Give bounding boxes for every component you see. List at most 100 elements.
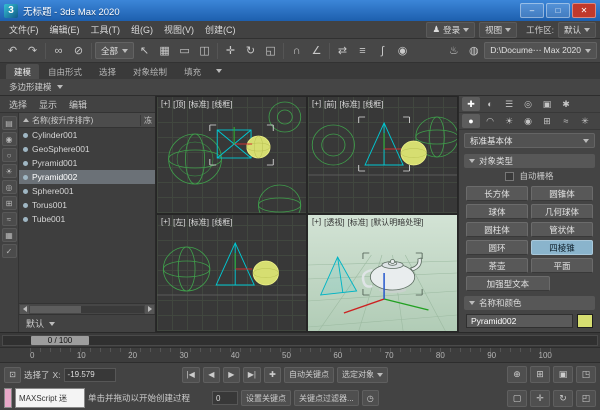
- ribbon-tab-selection[interactable]: 选择: [91, 64, 124, 79]
- cone-button[interactable]: 圆锥体: [531, 186, 593, 201]
- sphere-button[interactable]: 球体: [466, 204, 528, 219]
- viewport-pov-label[interactable]: [左]: [173, 217, 185, 228]
- object-name-field[interactable]: Pyramid002: [466, 314, 573, 328]
- filter-lights-icon[interactable]: ☀: [2, 164, 17, 178]
- ribbon-tab-populate[interactable]: 填充: [176, 64, 209, 79]
- move-icon[interactable]: ✛: [221, 41, 240, 61]
- explorer-preset-dropdown[interactable]: 默认: [19, 314, 155, 332]
- viewport-pov-label[interactable]: [透视]: [324, 217, 344, 228]
- menu-views[interactable]: 视图(V): [159, 21, 199, 38]
- utilities-tab[interactable]: ✱: [557, 97, 575, 111]
- auto-key-button[interactable]: 自动关键点: [284, 367, 334, 383]
- window-crossing-icon[interactable]: ◫: [195, 41, 214, 61]
- autogrid-checkbox[interactable]: [505, 172, 514, 181]
- pan-icon[interactable]: ✛: [530, 390, 550, 407]
- viewport-menu-button[interactable]: [+]: [161, 99, 170, 110]
- set-key-mode-button[interactable]: 设置关键点: [241, 390, 291, 406]
- modify-tab[interactable]: ◐: [481, 97, 499, 111]
- orbit-icon[interactable]: ↻: [553, 390, 573, 407]
- menu-tools[interactable]: 工具(T): [86, 21, 126, 38]
- tube-button[interactable]: 管状体: [531, 222, 593, 237]
- ribbon-tab-modeling[interactable]: 建模: [6, 64, 39, 79]
- systems-category-icon[interactable]: ✳: [576, 114, 594, 128]
- render-setup-icon[interactable]: ♨: [444, 41, 463, 61]
- create-tab[interactable]: ✚: [462, 97, 480, 111]
- list-item[interactable]: Torus001: [19, 198, 155, 212]
- explorer-menu-display[interactable]: 显示: [39, 98, 57, 111]
- filter-spacewarps-icon[interactable]: ≈: [2, 212, 17, 226]
- menu-create[interactable]: 创建(C): [200, 21, 241, 38]
- angle-snap-icon[interactable]: ∠: [307, 41, 326, 61]
- scrollbar-thumb[interactable]: [30, 306, 81, 313]
- ribbon-tab-object-paint[interactable]: 对象绘制: [125, 64, 175, 79]
- menu-group[interactable]: 组(G): [126, 21, 158, 38]
- x-coordinate-field[interactable]: -19.579: [64, 368, 116, 382]
- text-plus-button[interactable]: 加强型文本: [466, 276, 550, 291]
- list-item[interactable]: Sphere001: [19, 184, 155, 198]
- zoom-extents-all-icon[interactable]: ◳: [576, 366, 596, 383]
- viewport-style-label[interactable]: [线框]: [363, 99, 383, 110]
- box-button[interactable]: 长方体: [466, 186, 528, 201]
- viewport-style-label[interactable]: [线框]: [212, 217, 232, 228]
- hierarchy-tab[interactable]: ☰: [500, 97, 518, 111]
- geometry-type-dropdown[interactable]: 标准基本体: [464, 133, 595, 148]
- viewport-shading-label[interactable]: [标准]: [340, 99, 360, 110]
- filter-cameras-icon[interactable]: ◎: [2, 180, 17, 194]
- go-to-end-button[interactable]: ▶|: [243, 367, 261, 383]
- list-item[interactable]: GeoSphere001: [19, 142, 155, 156]
- menu-file[interactable]: 文件(F): [4, 21, 44, 38]
- workspace-dropdown[interactable]: 默认: [558, 22, 596, 38]
- scroll-right-icon[interactable]: [145, 305, 154, 314]
- selection-lock-icon[interactable]: ⊡: [4, 367, 21, 383]
- lights-category-icon[interactable]: ☀: [500, 114, 518, 128]
- ribbon-minimize-icon[interactable]: [216, 69, 222, 73]
- curve-editor-icon[interactable]: ∫: [373, 41, 392, 61]
- explorer-menu-edit[interactable]: 编辑: [69, 98, 87, 111]
- viewport-menu-button[interactable]: [+]: [312, 99, 321, 110]
- teapot-button[interactable]: 茶壶: [466, 258, 528, 273]
- menu-edit[interactable]: 编辑(E): [45, 21, 85, 38]
- redo-icon[interactable]: ↷: [23, 41, 42, 61]
- key-filters-button[interactable]: 关键点过滤器...: [294, 390, 359, 406]
- zoom-extents-icon[interactable]: ▣: [553, 366, 573, 383]
- filter-helpers-icon[interactable]: ⊞: [2, 196, 17, 210]
- time-configuration-icon[interactable]: ◷: [362, 390, 379, 406]
- object-color-swatch[interactable]: [577, 314, 593, 328]
- shapes-category-icon[interactable]: ◠: [481, 114, 499, 128]
- horizontal-scrollbar[interactable]: [19, 303, 155, 314]
- minimize-button[interactable]: –: [520, 3, 544, 18]
- set-key-icon[interactable]: ✚: [264, 367, 281, 383]
- list-item-selected[interactable]: Pyramid002: [19, 170, 155, 184]
- filter-groups-icon[interactable]: ▦: [2, 228, 17, 242]
- plane-button[interactable]: 平面: [531, 258, 593, 273]
- select-object-icon[interactable]: ↖: [135, 41, 154, 61]
- filter-sort-icon[interactable]: ▤: [2, 116, 17, 130]
- name-color-rollout[interactable]: 名称和颜色: [464, 296, 595, 310]
- time-slider-handle[interactable]: 0 / 100: [31, 336, 89, 345]
- object-type-rollout[interactable]: 对象类型: [464, 154, 595, 168]
- polygon-modeling-panel[interactable]: 多边形建模: [9, 81, 52, 93]
- list-item[interactable]: Pyramid001: [19, 156, 155, 170]
- zoom-icon[interactable]: ⊕: [507, 366, 527, 383]
- undo-icon[interactable]: ↶: [3, 41, 22, 61]
- list-item[interactable]: Cylinder001: [19, 128, 155, 142]
- close-button[interactable]: ✕: [572, 3, 596, 18]
- material-editor-icon[interactable]: ◉: [393, 41, 412, 61]
- play-button[interactable]: ▶: [223, 367, 240, 383]
- viewport-shading-label[interactable]: [标准]: [189, 217, 209, 228]
- app-logo-icon[interactable]: 3: [4, 4, 18, 18]
- link-icon[interactable]: ∞: [49, 41, 68, 61]
- zoom-all-icon[interactable]: ⊞: [530, 366, 550, 383]
- rectangular-region-icon[interactable]: ▭: [175, 41, 194, 61]
- geosphere-button[interactable]: 几何球体: [531, 204, 593, 219]
- display-tab[interactable]: ▣: [538, 97, 556, 111]
- viewport-pov-label[interactable]: [顶]: [173, 99, 185, 110]
- torus-button[interactable]: 圆环: [466, 240, 528, 255]
- previous-frame-button[interactable]: ◀: [203, 367, 220, 383]
- viewport-style-label[interactable]: [线框]: [212, 99, 232, 110]
- go-to-start-button[interactable]: |◀: [182, 367, 200, 383]
- explorer-column-header[interactable]: 名称(按升序排序) 冻: [19, 113, 155, 128]
- cylinder-button[interactable]: 圆柱体: [466, 222, 528, 237]
- geometry-category-icon[interactable]: ●: [462, 114, 480, 128]
- select-by-name-icon[interactable]: ▦: [155, 41, 174, 61]
